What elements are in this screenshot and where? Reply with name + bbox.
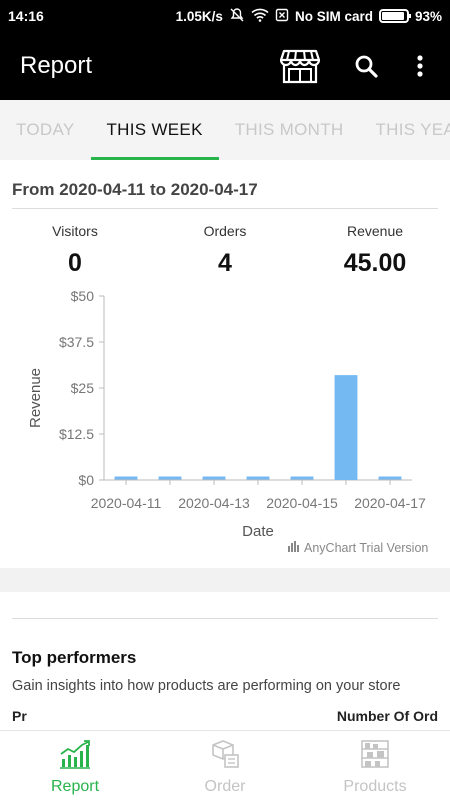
nav-label: Order	[204, 778, 246, 795]
tab-today[interactable]: TODAY	[0, 100, 91, 160]
y-tick-label: $37.5	[59, 334, 94, 350]
y-tick-label: $12.5	[59, 426, 94, 442]
report-card: From 2020-04-11 to 2020-04-17 Visitors 0…	[0, 160, 450, 568]
stat-value: 0	[68, 249, 82, 277]
date-range: From 2020-04-11 to 2020-04-17	[12, 180, 258, 199]
column-header-product: Pr	[12, 708, 27, 724]
y-tick-label: $25	[71, 380, 95, 396]
stat-value: 4	[218, 249, 232, 277]
status-bar: 14:16 1.05K/s No SIM card 93%	[0, 0, 450, 32]
revenue-chart-svg: $0 $12.5 $25 $37.5 $50 2020-04-11 2020-04-13 20…	[27, 288, 428, 555]
divider	[12, 618, 438, 619]
stat-label: Visitors	[52, 223, 98, 239]
nav-order[interactable]: Order	[150, 731, 300, 800]
bar	[114, 476, 138, 480]
tab-this-year[interactable]: THIS YEAR	[360, 100, 450, 160]
y-tick-label: $0	[78, 472, 94, 488]
y-axis-label: Revenue	[27, 368, 44, 428]
bar	[290, 476, 314, 480]
boxes-icon	[209, 739, 241, 774]
section-gap	[0, 568, 450, 592]
bar	[158, 476, 182, 480]
chart-icon	[59, 739, 91, 774]
stat-revenue: Revenue 45.00	[300, 223, 450, 278]
stat-value: 45.00	[343, 249, 407, 277]
y-tick-label: $50	[71, 288, 95, 304]
network-speed: 1.05K/s	[175, 8, 223, 24]
revenue-chart: $0 $12.5 $25 $37.5 $50 2020-04-11 2020-04-13 20…	[0, 278, 450, 568]
nav-products[interactable]: Products	[300, 731, 450, 800]
bar	[378, 476, 402, 480]
status-time: 14:16	[8, 8, 44, 24]
x-tick-label: 2020-04-13	[178, 495, 250, 511]
battery-level: 93%	[414, 8, 442, 24]
x-tick-label: 2020-04-15	[266, 495, 338, 511]
status-right: 1.05K/s No SIM card 93%	[176, 7, 442, 26]
store-icon[interactable]	[278, 44, 322, 88]
app-actions	[278, 44, 430, 88]
bar	[202, 476, 226, 480]
nav-label: Products	[343, 778, 407, 795]
mute-icon	[229, 7, 245, 26]
period-tabs: TODAY THIS WEEK THIS MONTH THIS YEAR	[0, 100, 450, 160]
shelf-icon	[359, 739, 391, 774]
more-vert-icon[interactable]	[410, 44, 430, 88]
column-header-orders: Number Of Ord	[336, 708, 438, 724]
stats-row: Visitors 0 Orders 4 Revenue 45.00	[0, 209, 450, 278]
battery-icon	[378, 9, 411, 23]
no-sim-icon	[275, 8, 289, 25]
bottom-nav: Report Order Products	[0, 730, 450, 800]
search-icon[interactable]	[344, 44, 388, 88]
tab-label: THIS YEAR	[375, 120, 450, 139]
app-bar: Report	[0, 32, 450, 100]
tab-label: THIS WEEK	[106, 120, 203, 139]
x-tick-label: 2020-04-17	[354, 495, 426, 511]
watermark-text: AnyChart Trial Version	[304, 541, 428, 555]
section-subtitle: Gain insights into how products are perf…	[12, 678, 401, 694]
stat-label: Revenue	[346, 223, 404, 239]
bar	[334, 375, 358, 480]
x-tick-label: 2020-04-11	[91, 495, 162, 511]
x-axis-label: Date	[242, 523, 274, 540]
stat-visitors: Visitors 0	[0, 223, 150, 278]
carrier-text: No SIM card	[294, 8, 373, 24]
tab-this-week[interactable]: THIS WEEK	[90, 100, 219, 160]
nav-label: Report	[50, 778, 100, 795]
stat-orders: Orders 4	[150, 223, 300, 278]
page-title: Report	[20, 52, 93, 79]
watermark-chart-icon	[288, 541, 299, 552]
tab-label: TODAY	[16, 120, 75, 139]
section-title: Top performers	[12, 648, 137, 667]
stat-label: Orders	[203, 223, 247, 239]
nav-report[interactable]: Report	[0, 731, 150, 800]
wifi-icon	[251, 8, 269, 25]
tab-this-month[interactable]: THIS MONTH	[219, 100, 360, 160]
bar	[246, 476, 270, 480]
tab-label: THIS MONTH	[234, 120, 344, 139]
